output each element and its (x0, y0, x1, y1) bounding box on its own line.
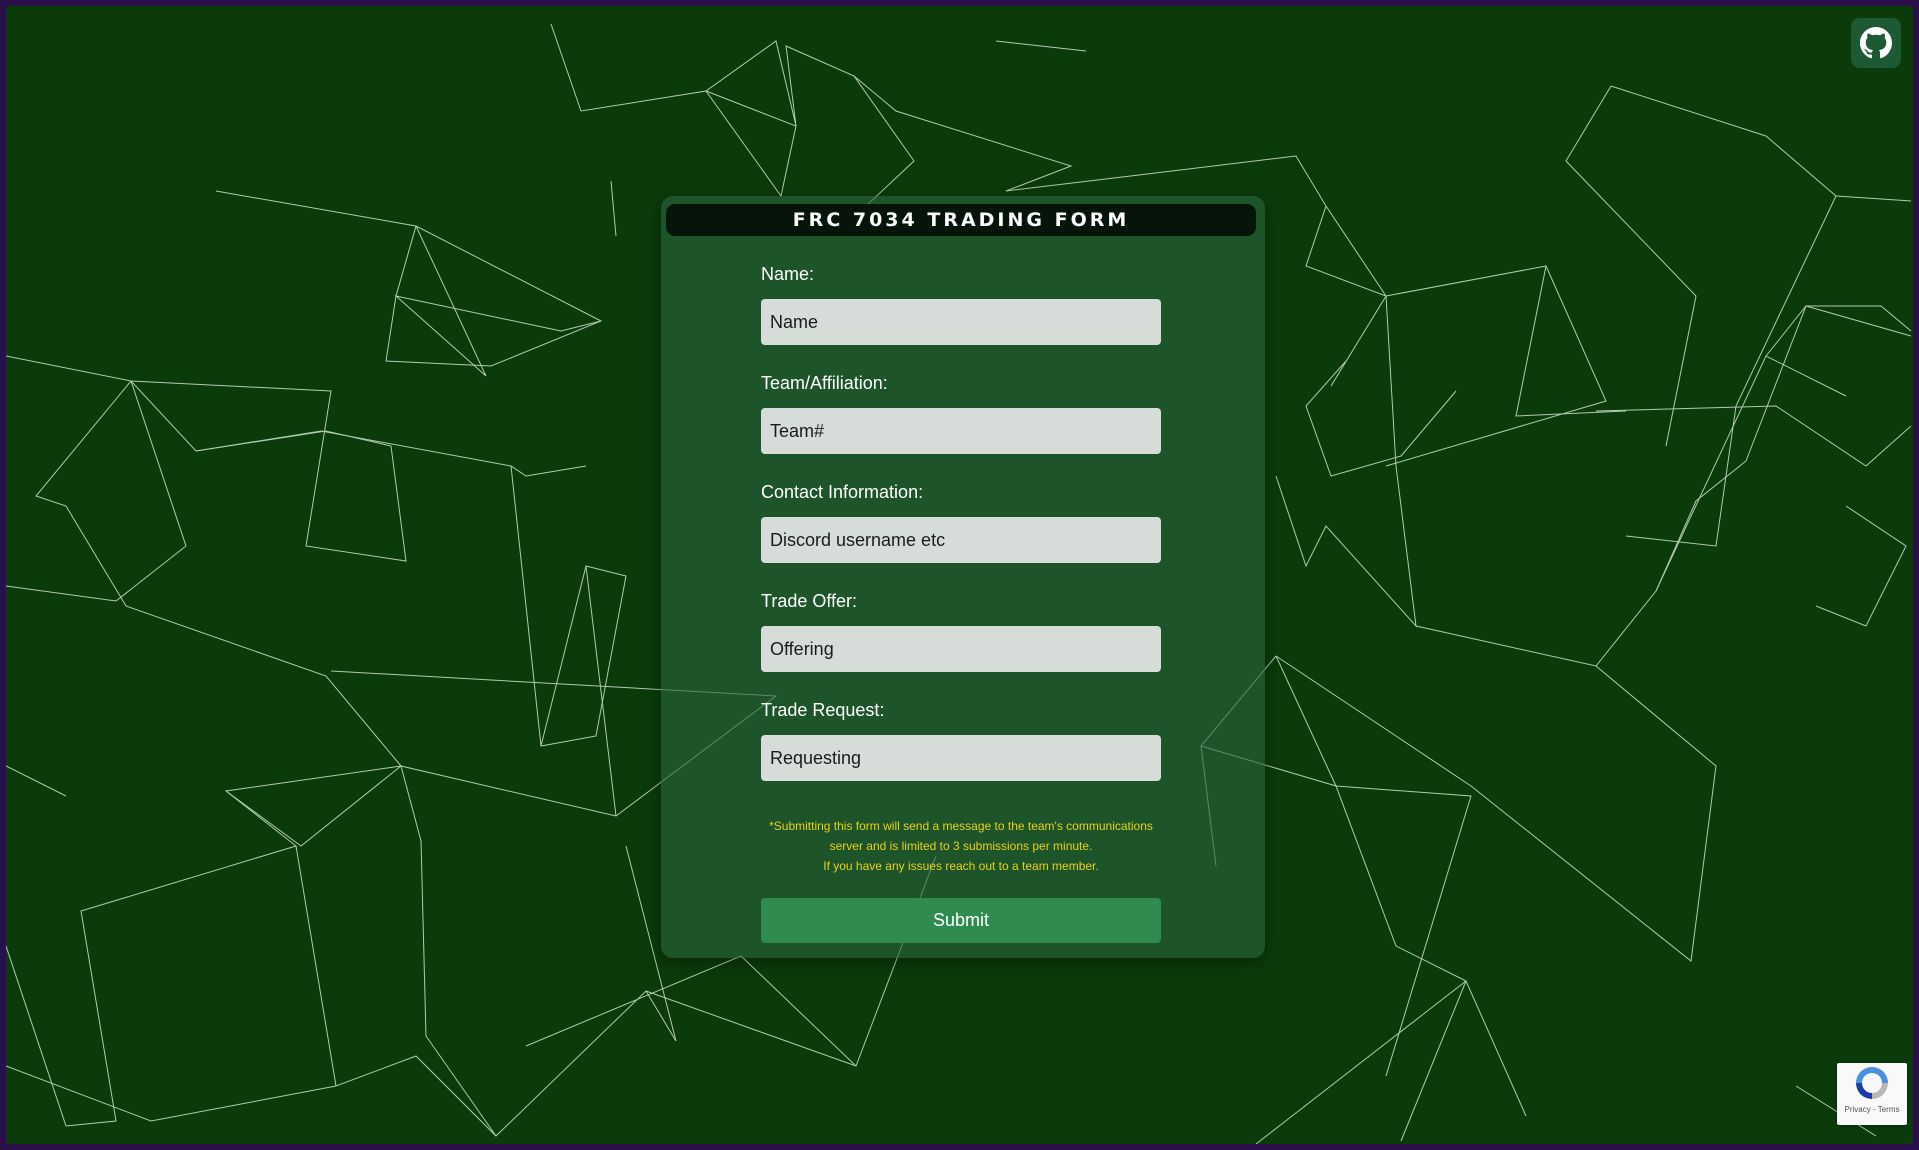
team-input[interactable] (761, 408, 1161, 454)
trade-offer-label: Trade Offer: (761, 591, 858, 611)
trade-request-input[interactable] (761, 735, 1161, 781)
github-icon (1860, 27, 1892, 59)
recaptcha-links[interactable]: Privacy - Terms (1845, 1105, 1900, 1114)
trading-form-card: FRC 7034 Trading Form Name: Team/Affilia… (661, 196, 1265, 958)
github-button[interactable] (1851, 18, 1901, 68)
trade-offer-input[interactable] (761, 626, 1161, 672)
notice-line: If you have any issues reach out to a te… (823, 859, 1099, 873)
submit-button[interactable]: Submit (761, 898, 1161, 943)
page-background: FRC 7034 Trading Form Name: Team/Affilia… (6, 6, 1913, 1144)
notice-line: *Submitting this form will send a messag… (769, 819, 1153, 833)
name-input[interactable] (761, 299, 1161, 345)
submission-notice: *Submitting this form will send a messag… (721, 816, 1201, 876)
contact-input[interactable] (761, 517, 1161, 563)
trade-request-label: Trade Request: (761, 700, 885, 720)
name-label: Name: (761, 264, 815, 284)
form-title: FRC 7034 Trading Form (666, 204, 1256, 236)
recaptcha-badge[interactable]: Privacy - Terms (1837, 1063, 1907, 1125)
notice-line: server and is limited to 3 submissions p… (829, 839, 1093, 853)
contact-label: Contact Information: (761, 482, 924, 502)
recaptcha-icon (1856, 1067, 1888, 1099)
team-label: Team/Affiliation: (761, 373, 888, 393)
